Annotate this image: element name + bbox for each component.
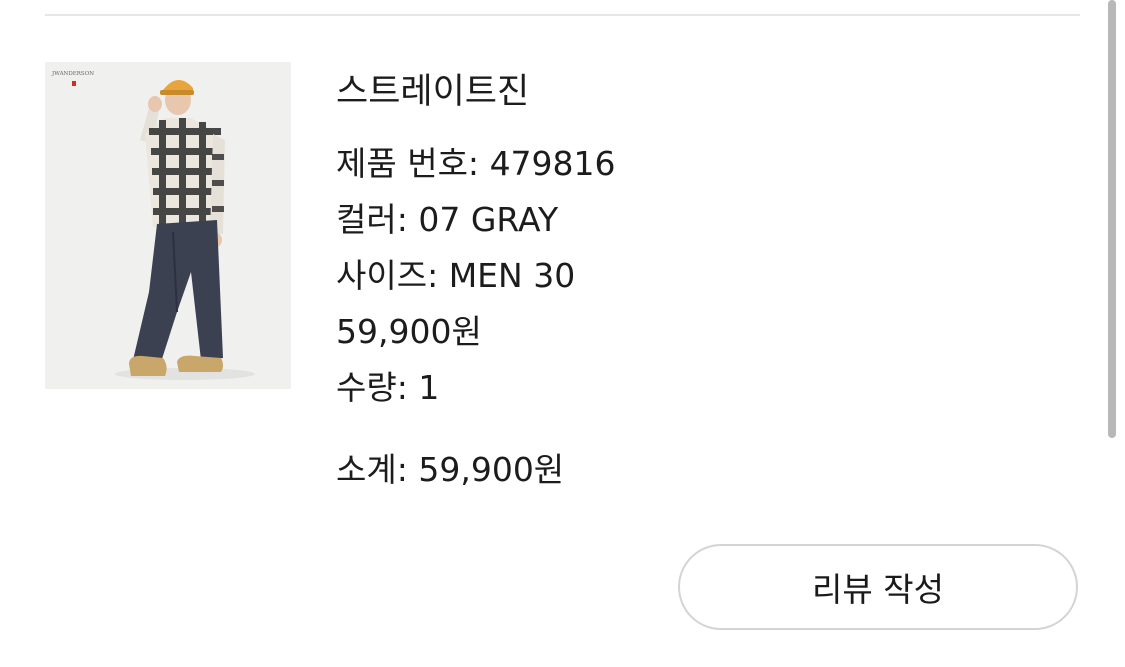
product-name[interactable]: 스트레이트진 <box>336 72 529 112</box>
subtotal-value: 59,900원 <box>418 450 565 489</box>
top-divider <box>45 14 1080 16</box>
write-review-button[interactable]: 리뷰 작성 <box>678 544 1078 630</box>
subtotal: 소계: 59,900원 <box>336 450 564 490</box>
product-price: 59,900원 <box>336 312 482 351</box>
write-review-label: 리뷰 작성 <box>812 570 944 609</box>
svg-text:JWANDERSON: JWANDERSON <box>51 71 94 77</box>
product-number-value: 479816 <box>489 144 616 183</box>
quantity-label: 수량: <box>336 368 408 407</box>
product-quantity: 수량: 1 <box>336 368 439 408</box>
quantity-value: 1 <box>418 368 440 407</box>
product-number-label: 제품 번호: <box>336 144 480 183</box>
product-number: 제품 번호: 479816 <box>336 144 616 184</box>
product-color: 컬러: 07 GRAY <box>336 200 558 240</box>
subtotal-label: 소계: <box>336 450 408 489</box>
color-value: 07 GRAY <box>418 200 559 239</box>
size-value: MEN 30 <box>448 256 576 295</box>
product-image[interactable]: JWANDERSON <box>45 62 291 389</box>
scrollbar[interactable] <box>1108 0 1116 438</box>
color-label: 컬러: <box>336 200 408 239</box>
product-size: 사이즈: MEN 30 <box>336 256 575 296</box>
size-label: 사이즈: <box>336 256 439 295</box>
